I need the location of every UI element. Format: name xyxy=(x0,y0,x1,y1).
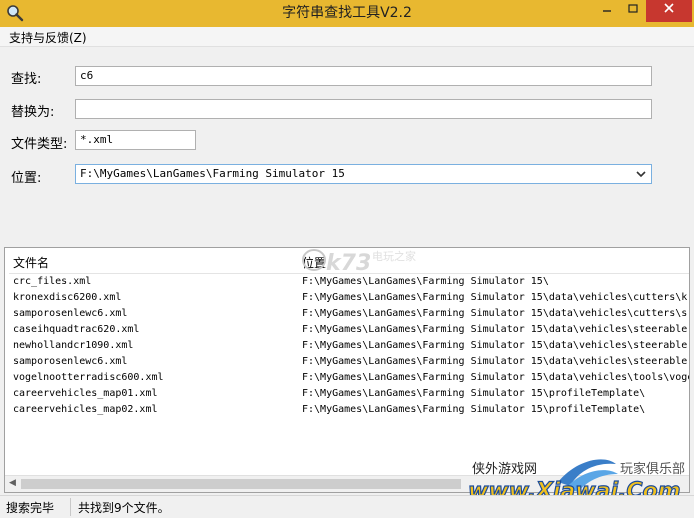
status-summary: 共找到9个文件。 xyxy=(78,501,170,515)
maximize-icon xyxy=(628,4,638,13)
k73-text: k73 xyxy=(326,251,371,276)
menu-bar: 支持与反馈(Z) xyxy=(0,27,694,47)
find-label: 查找: xyxy=(11,72,42,87)
row-path: F:\MyGames\LanGames\Farming Simulator 15… xyxy=(302,308,688,319)
filetype-label: 文件类型: xyxy=(11,137,68,152)
table-row[interactable]: kronexdisc6200.xml F:\MyGames\LanGames\Fa… xyxy=(5,290,689,306)
row-path: F:\MyGames\LanGames\Farming Simulator 15… xyxy=(302,340,688,351)
table-row[interactable]: samporosenlewc6.xml F:\MyGames\LanGames\F… xyxy=(5,354,689,370)
table-row[interactable]: vogelnootterradisc600.xml F:\MyGames\LanG… xyxy=(5,370,689,386)
column-header-filename[interactable]: 文件名 xyxy=(13,254,49,271)
row-path: F:\MyGames\LanGames\Farming Simulator 15… xyxy=(302,324,688,335)
k73-watermark: k73 电玩之家 xyxy=(302,249,416,276)
find-input[interactable]: c6 xyxy=(75,66,652,86)
scrollbar-thumb[interactable] xyxy=(21,479,461,489)
row-filename: samporosenlewc6.xml xyxy=(13,308,128,319)
status-divider xyxy=(70,498,71,516)
result-rows: crc_files.xml F:\MyGames\LanGames\Farming… xyxy=(5,274,689,418)
maximize-button[interactable] xyxy=(620,0,646,22)
row-path: F:\MyGames\LanGames\Farming Simulator 15… xyxy=(302,404,646,415)
title-bar[interactable]: 字符串查找工具V2.2 xyxy=(0,0,694,27)
table-row[interactable]: newhollandcr1090.xml F:\MyGames\LanGames\… xyxy=(5,338,689,354)
table-row[interactable]: careervehicles_map01.xml F:\MyGames\LanGa… xyxy=(5,386,689,402)
menu-item-support[interactable]: 支持与反馈(Z) xyxy=(9,29,87,46)
close-button[interactable] xyxy=(646,0,692,22)
window-title: 字符串查找工具V2.2 xyxy=(282,5,412,21)
row-path: F:\MyGames\LanGames\Farming Simulator 15… xyxy=(302,372,690,383)
row-filename: vogelnootterradisc600.xml xyxy=(13,372,164,383)
row-filename: newhollandcr1090.xml xyxy=(13,340,134,351)
filetype-input[interactable]: *.xml xyxy=(75,130,196,150)
replace-input[interactable] xyxy=(75,99,652,119)
location-select[interactable]: F:\MyGames\LanGames\Farming Simulator 15 xyxy=(75,164,652,184)
table-row[interactable]: crc_files.xml F:\MyGames\LanGames\Farming… xyxy=(5,274,689,290)
minimize-button[interactable] xyxy=(594,0,620,22)
row-filename: samporosenlewc6.xml xyxy=(13,356,128,367)
table-row[interactable]: samporosenlewc6.xml F:\MyGames\LanGames\F… xyxy=(5,306,689,322)
row-path: F:\MyGames\LanGames\Farming Simulator 15… xyxy=(302,292,688,303)
replace-label: 替换为: xyxy=(11,105,55,120)
status-state: 搜索完毕 xyxy=(6,501,55,515)
row-path: F:\MyGames\LanGames\Farming Simulator 15… xyxy=(302,388,646,399)
row-path: F:\MyGames\LanGames\Farming Simulator 15… xyxy=(302,276,549,287)
status-bar: 搜索完毕 共找到9个文件。 xyxy=(0,495,694,518)
scroll-left-icon[interactable]: ◀ xyxy=(9,478,16,488)
minimize-icon xyxy=(603,10,611,12)
close-icon xyxy=(664,3,674,13)
chevron-down-icon[interactable] xyxy=(635,168,647,180)
table-row[interactable]: caseihquadtrac620.xml F:\MyGames\LanGames… xyxy=(5,322,689,338)
row-path: F:\MyGames\LanGames\Farming Simulator 15… xyxy=(302,356,688,367)
row-filename: careervehicles_map01.xml xyxy=(13,388,158,399)
row-filename: caseihquadtrac620.xml xyxy=(13,324,140,335)
k73-cn-text: 电玩之家 xyxy=(372,249,416,263)
table-row[interactable]: careervehicles_map02.xml F:\MyGames\LanGa… xyxy=(5,402,689,418)
row-filename: kronexdisc6200.xml xyxy=(13,292,122,303)
location-label: 位置: xyxy=(11,171,42,186)
row-filename: careervehicles_map02.xml xyxy=(13,404,158,415)
location-value: F:\MyGames\LanGames\Farming Simulator 15 xyxy=(80,167,345,180)
row-filename: crc_files.xml xyxy=(13,276,92,287)
